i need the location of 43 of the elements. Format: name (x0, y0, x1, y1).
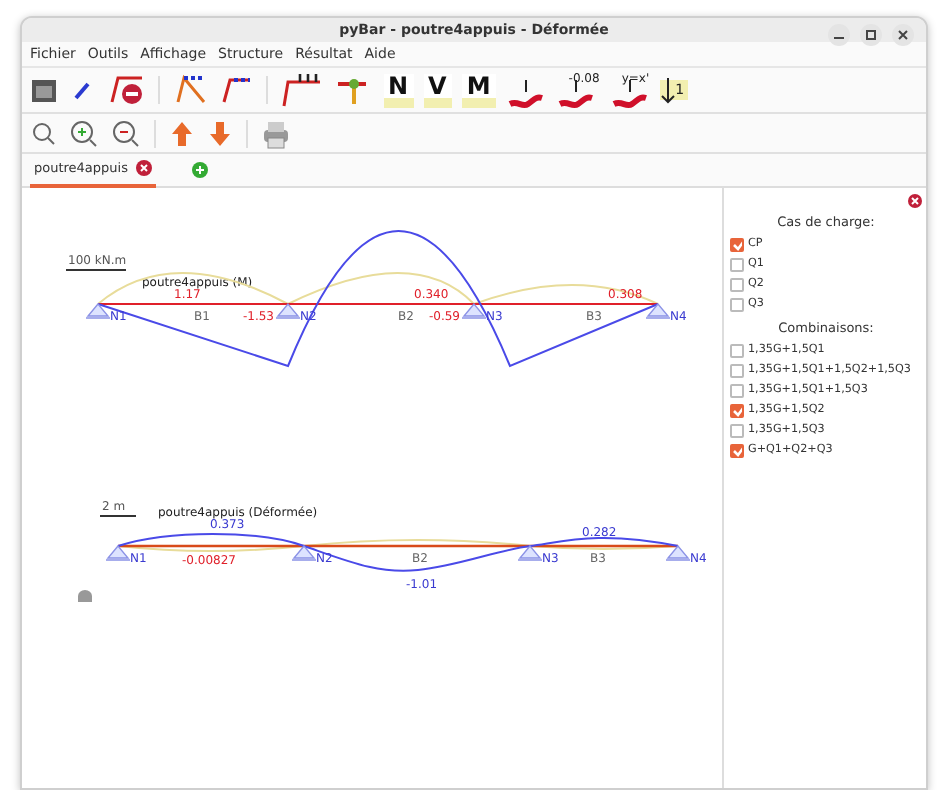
zoom-icon[interactable] (30, 119, 58, 147)
diagram-button[interactable]: M (462, 73, 497, 107)
support-icon (645, 303, 671, 319)
checkbox[interactable] (730, 257, 744, 271)
checkbox[interactable] (730, 403, 744, 417)
scale-bar (99, 515, 137, 517)
add-tab-icon[interactable] (191, 162, 208, 178)
minimize-icon[interactable] (828, 24, 850, 46)
checkbox[interactable] (730, 383, 744, 397)
close-icon[interactable] (892, 24, 914, 46)
checkbox[interactable] (730, 277, 744, 291)
zoom-out-icon[interactable] (110, 117, 142, 149)
check-icon (732, 403, 742, 417)
beam-icon[interactable] (218, 74, 254, 106)
checkbox[interactable] (730, 443, 744, 457)
support-icon (275, 303, 301, 319)
diagram-button[interactable]: N (384, 73, 415, 107)
up-arrow-icon[interactable] (168, 119, 196, 147)
printer-icon[interactable] (260, 117, 292, 149)
close-icon[interactable] (135, 160, 152, 176)
beam-delete-icon[interactable] (106, 74, 146, 106)
down-arrow-icon[interactable] (206, 119, 234, 147)
maximize-icon[interactable] (860, 24, 882, 46)
load-arrows-icon[interactable] (280, 72, 324, 108)
close-icon[interactable] (908, 194, 922, 208)
support-icon (517, 545, 543, 561)
checkbox[interactable] (730, 363, 744, 377)
scale-bar (65, 269, 127, 271)
support-icon (85, 303, 111, 319)
weight-icon (78, 590, 92, 602)
check-icon (732, 443, 742, 457)
support-icon (665, 545, 691, 561)
zoom-in-icon[interactable] (68, 117, 100, 149)
check-icon (732, 237, 742, 251)
checkbox[interactable] (730, 297, 744, 311)
support-icon (461, 303, 487, 319)
support-icon (105, 545, 131, 561)
checkbox[interactable] (730, 423, 744, 437)
diagram-button[interactable]: V (424, 73, 453, 107)
checkbox[interactable] (730, 237, 744, 251)
checkbox[interactable] (730, 343, 744, 357)
angled-beam-icon[interactable] (172, 74, 208, 106)
support-icon (291, 545, 317, 561)
